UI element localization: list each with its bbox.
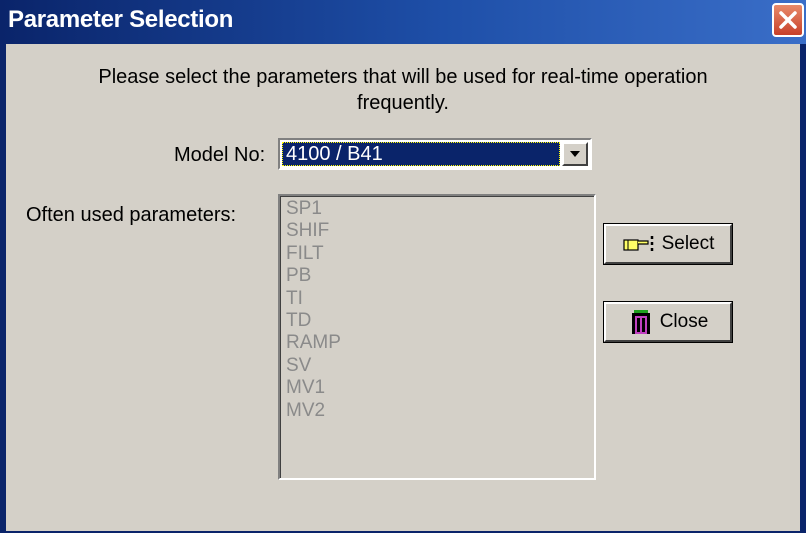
parameters-listbox[interactable]: SP1 SHIF FILT PB TI TD RAMP SV MV1 MV2 [278,194,596,480]
window-title: Parameter Selection [8,6,234,33]
list-item[interactable]: TD [286,310,594,332]
list-item[interactable]: MV1 [286,377,594,399]
often-used-parameters-label: Often used parameters: [26,204,237,226]
model-no-select[interactable]: 4100 / B41 [278,138,592,170]
model-no-selected-value[interactable]: 4100 / B41 [282,142,560,166]
close-x-icon [779,11,797,29]
list-item[interactable]: MV2 [286,400,594,422]
pointing-hand-icon [622,234,656,254]
list-item[interactable]: RAMP [286,332,594,354]
list-item[interactable]: FILT [286,243,594,265]
select-button[interactable]: Select [603,223,733,265]
list-item[interactable]: SHIF [286,220,594,242]
instruction-line-2: frequently. [357,92,449,114]
list-item[interactable]: PB [286,265,594,287]
list-item[interactable]: SP1 [286,198,594,220]
instruction-line-1: Please select the parameters that will b… [98,66,708,88]
chevron-down-icon [570,151,580,157]
exit-door-icon [628,308,654,336]
list-item[interactable]: TI [286,288,594,310]
close-button-label: Close [659,311,709,332]
title-bar[interactable]: Parameter Selection [0,0,806,44]
model-dropdown-button[interactable] [562,142,588,166]
instruction-text: Please select the parameters that will b… [6,64,800,116]
close-button[interactable]: Close [603,301,733,343]
window-close-button[interactable] [772,3,804,37]
select-button-label: Select [661,233,715,254]
parameter-selection-dialog: Parameter Selection Please select the pa… [0,0,806,533]
model-no-label: Model No: [174,144,266,166]
list-item[interactable]: SV [286,355,594,377]
